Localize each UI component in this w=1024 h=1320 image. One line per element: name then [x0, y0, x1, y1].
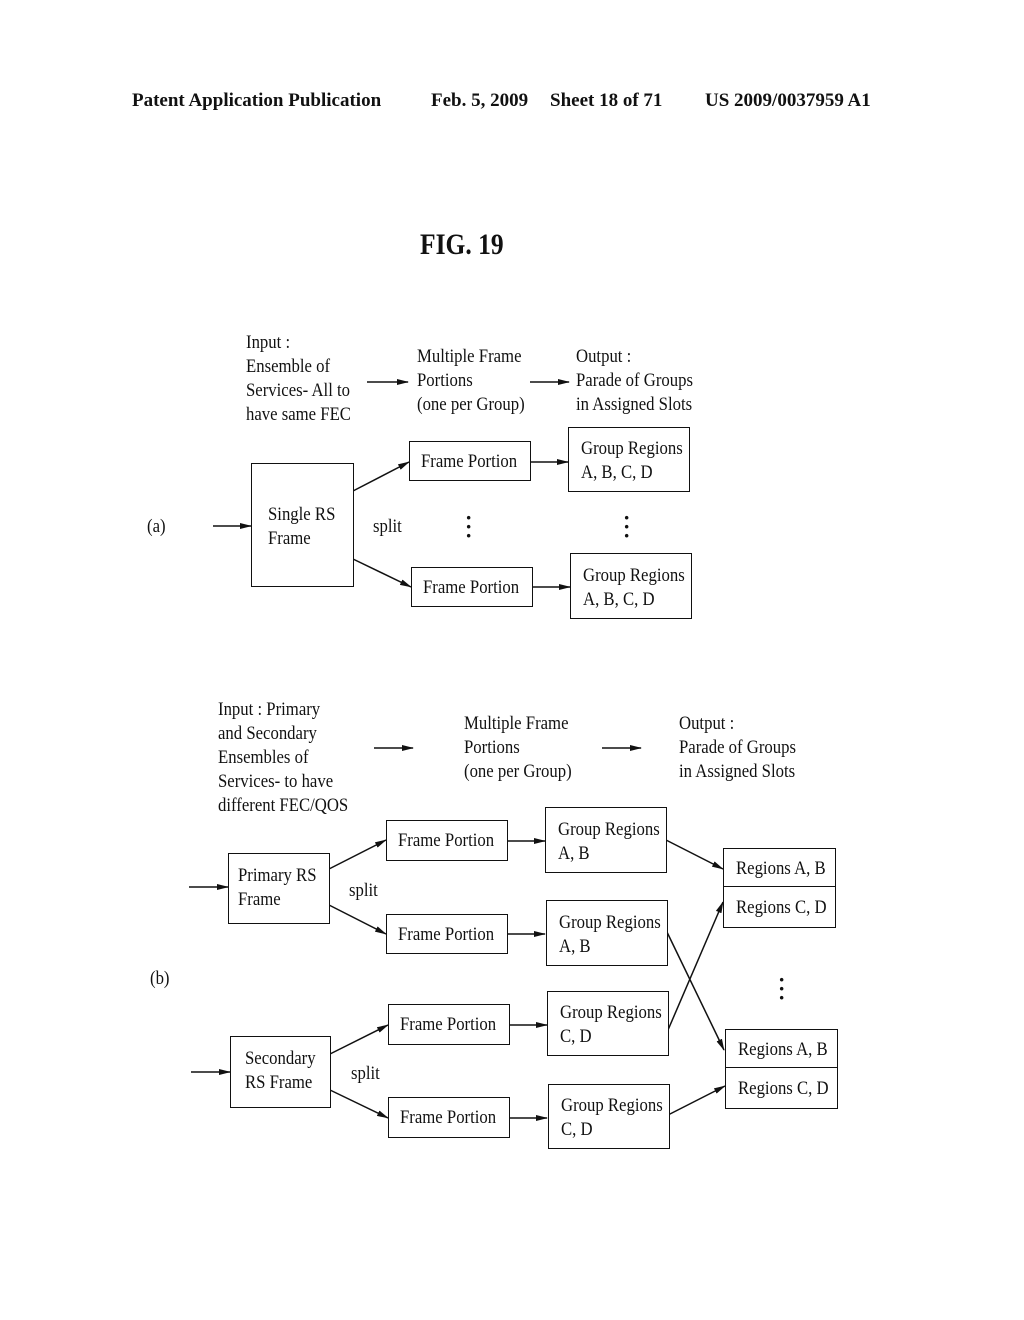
group-regions-label: Group Regions A, B	[559, 912, 661, 957]
frame-portion-label: Frame Portion	[398, 924, 495, 945]
frame-portion-label: Frame Portion	[398, 830, 495, 851]
b-group-regions-2: Group Regions A, B	[546, 900, 668, 966]
arrow-b-gr4-to-slot-bottom	[667, 1085, 726, 1116]
part-b-label: (b)	[150, 968, 170, 989]
arrow-a-split-bottom	[352, 558, 412, 588]
arrow-b-gr3-to-slot-top	[667, 901, 724, 1031]
secondary-rs-frame-box: Secondary RS Frame	[230, 1036, 331, 1108]
frame-portion-label: Frame Portion	[421, 451, 518, 472]
b-group-regions-4: Group Regions C, D	[548, 1084, 670, 1149]
arrow-b-gr1-to-slot-top	[665, 839, 724, 870]
publication-label: Patent Application Publication	[132, 90, 382, 111]
b-frame-portion-1: Frame Portion	[386, 820, 508, 861]
patent-number: US 2009/0037959 A1	[705, 90, 871, 111]
b-middle-description: Multiple Frame Portions (one per Group)	[464, 713, 572, 782]
b-slot-bottom-regions-ab: Regions A, B	[725, 1029, 838, 1069]
sheet-number: Sheet 18 of 71	[550, 90, 663, 111]
b-frame-portion-2: Frame Portion	[386, 914, 508, 954]
single-rs-frame-label: Single RS Frame	[268, 504, 336, 549]
b-slot-top-regions-cd: Regions C, D	[723, 886, 836, 928]
a-ellipsis-vertical-2: · · ·	[623, 505, 631, 548]
a-split-label: split	[373, 516, 402, 537]
slot-label: Regions C, D	[738, 1078, 829, 1099]
a-frame-portion-2: Frame Portion	[411, 567, 533, 607]
figure-title: FIG. 19	[420, 228, 504, 261]
slot-label: Regions C, D	[736, 897, 827, 918]
a-group-regions-2: Group Regions A, B, C, D	[570, 553, 692, 619]
arrow-b-primary-split-bottom	[328, 904, 387, 935]
group-regions-label: Group Regions C, D	[560, 1002, 662, 1047]
b-output-description: Output : Parade of Groups in Assigned Sl…	[679, 713, 797, 782]
b-slot-bottom-regions-cd: Regions C, D	[725, 1067, 838, 1109]
frame-portion-label: Frame Portion	[400, 1107, 497, 1128]
a-frame-portion-1: Frame Portion	[409, 441, 531, 481]
b-slot-top-regions-ab: Regions A, B	[723, 848, 836, 888]
slot-label: Regions A, B	[738, 1039, 828, 1060]
b-input-description: Input : Primary and Secondary Ensembles …	[218, 699, 349, 816]
a-ellipsis-vertical-1: · · ·	[465, 505, 473, 548]
b-group-regions-3: Group Regions C, D	[547, 991, 669, 1056]
arrow-b-secondary-split-top	[329, 1024, 389, 1055]
a-output-description: Output : Parade of Groups in Assigned Sl…	[576, 346, 694, 415]
b-secondary-split-label: split	[351, 1063, 380, 1084]
secondary-rs-frame-label: Secondary RS Frame	[245, 1048, 316, 1093]
b-primary-split-label: split	[349, 880, 378, 901]
a-group-regions-1: Group Regions A, B, C, D	[568, 427, 690, 492]
frame-portion-label: Frame Portion	[400, 1014, 497, 1035]
b-group-regions-1: Group Regions A, B	[545, 807, 667, 873]
arrow-b-primary-split-top	[328, 839, 387, 870]
group-regions-label: Group Regions A, B, C, D	[583, 565, 685, 610]
part-a-label: (a)	[147, 516, 166, 537]
primary-rs-frame-box: Primary RS Frame	[228, 853, 330, 924]
b-frame-portion-4: Frame Portion	[388, 1097, 510, 1138]
arrow-b-secondary-split-bottom	[329, 1089, 389, 1119]
single-rs-frame-box: Single RS Frame	[251, 463, 354, 587]
primary-rs-frame-label: Primary RS Frame	[238, 865, 317, 910]
group-regions-label: Group Regions C, D	[561, 1095, 663, 1140]
arrow-a-split-top	[352, 461, 410, 492]
b-frame-portion-3: Frame Portion	[388, 1004, 510, 1045]
a-middle-description: Multiple Frame Portions (one per Group)	[417, 346, 525, 415]
arrow-b-gr2-to-slot-bottom	[665, 929, 725, 1051]
group-regions-label: Group Regions A, B, C, D	[581, 438, 683, 483]
b-ellipsis-vertical: · · ·	[778, 967, 786, 1010]
connector-lines	[189, 379, 726, 1121]
slot-label: Regions A, B	[736, 858, 826, 879]
publication-date: Feb. 5, 2009	[431, 90, 529, 111]
a-input-description: Input : Ensemble of Services- All to hav…	[246, 332, 351, 425]
frame-portion-label: Frame Portion	[423, 577, 520, 598]
group-regions-label: Group Regions A, B	[558, 819, 660, 864]
